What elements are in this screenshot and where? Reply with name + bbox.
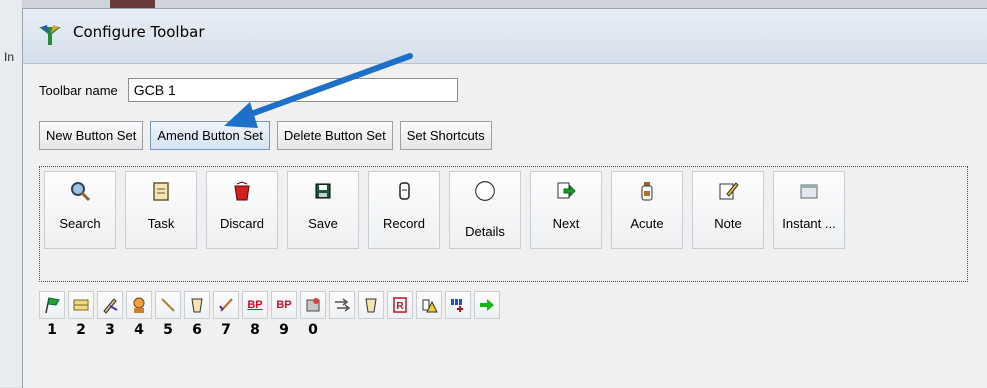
toolbar-button-label: Save	[308, 216, 338, 231]
note-icon	[717, 180, 739, 202]
toolbar-button-label: Record	[383, 216, 425, 231]
toolbar-button-label: Details	[465, 224, 505, 239]
line-icon[interactable]	[155, 291, 181, 319]
circle-icon	[474, 180, 496, 202]
bp-label: BP	[276, 299, 292, 311]
background-fragment	[110, 0, 155, 8]
toolbar-button-label: Search	[59, 216, 101, 231]
check-icon[interactable]	[213, 291, 239, 319]
shortcut-number-row: 1 2 3 4 5 6 7 8 9 0	[39, 322, 500, 338]
shortcut-number: 0	[308, 322, 318, 338]
flag-icon[interactable]	[39, 291, 65, 319]
save-icon	[312, 180, 334, 202]
button-set-actions: New Button Set Amend Button Set Delete B…	[39, 121, 492, 150]
shortcut-number: 8	[250, 322, 260, 338]
svg-text:R: R	[396, 301, 404, 312]
discard-icon	[231, 180, 253, 202]
shortcut-icon-row: BP BP R	[39, 291, 500, 319]
shortcut-number: 5	[163, 322, 173, 338]
right-arrow-icon[interactable]	[474, 291, 500, 319]
delete-button-set-button[interactable]: Delete Button Set	[276, 121, 393, 150]
cup-icon[interactable]	[358, 291, 384, 319]
toolbar-name-row: Toolbar name GCB 1	[39, 78, 458, 102]
shortcut-number: 2	[76, 322, 86, 338]
toolbar-button-save[interactable]: Save	[287, 171, 359, 249]
new-button-set-button[interactable]: New Button Set	[39, 121, 144, 150]
toolbar-button-task[interactable]: Task	[125, 171, 197, 249]
next-icon	[555, 180, 577, 202]
configure-toolbar-dialog: Configure Toolbar Toolbar name GCB 1 New…	[22, 8, 987, 388]
shortcut-number: 4	[134, 322, 144, 338]
pen-icon[interactable]	[97, 291, 123, 319]
search-icon	[69, 180, 91, 202]
main-toolbar: Search Task Discard Save Record Details …	[44, 171, 967, 249]
bp-icon[interactable]: BP	[271, 291, 297, 319]
amend-button-set-button[interactable]: Amend Button Set	[150, 121, 270, 150]
chart-icon[interactable]	[445, 291, 471, 319]
toolbar-button-record[interactable]: Record	[368, 171, 440, 249]
shortcut-number: 6	[192, 322, 202, 338]
toolbar-button-label: Next	[552, 216, 580, 231]
toolbar-button-label: Acute	[630, 216, 664, 231]
toolbar-button-label: Instant ...	[782, 216, 836, 231]
toolbar-name-input[interactable]: GCB 1	[127, 78, 458, 102]
arrows-icon[interactable]	[329, 291, 355, 319]
document-r-icon[interactable]: R	[387, 291, 413, 319]
warning-icon[interactable]	[416, 291, 442, 319]
shortcut-number: 7	[221, 322, 231, 338]
toolbar-button-note[interactable]: Note	[692, 171, 764, 249]
dialog-content: Toolbar name GCB 1 New Button Set Amend …	[23, 64, 987, 388]
task-icon	[150, 180, 172, 202]
title-bar[interactable]: Configure Toolbar	[23, 9, 987, 64]
app-icon	[39, 25, 61, 45]
toolbar-button-search[interactable]: Search	[44, 171, 116, 249]
toolbar-button-discard[interactable]: Discard	[206, 171, 278, 249]
bp-graph-icon[interactable]: BP	[242, 291, 268, 319]
stamp-icon[interactable]	[300, 291, 326, 319]
toolbar-button-details[interactable]: Details	[449, 171, 521, 249]
shortcut-number: 1	[47, 322, 57, 338]
acute-icon	[636, 180, 658, 202]
record-icon	[393, 180, 415, 202]
set-shortcuts-button[interactable]: Set Shortcuts	[399, 121, 492, 150]
shortcut-number: 3	[105, 322, 115, 338]
main-toolbar-panel: Search Task Discard Save Record Details …	[39, 166, 968, 282]
cup-icon[interactable]	[184, 291, 210, 319]
toolbar-button-next[interactable]: Next	[530, 171, 602, 249]
shortcut-toolbar: BP BP R 1 2 3 4 5 6 7 8 9 0	[39, 291, 500, 338]
person-icon[interactable]	[126, 291, 152, 319]
toolbar-button-instant[interactable]: Instant ...	[773, 171, 845, 249]
window-title: Configure Toolbar	[73, 23, 205, 41]
toolbar-button-label: Task	[147, 216, 175, 231]
toolbar-button-label: Discard	[219, 216, 265, 231]
instant-icon	[798, 180, 820, 202]
toolbar-name-label: Toolbar name	[39, 82, 118, 98]
toolbar-button-acute[interactable]: Acute	[611, 171, 683, 249]
shortcut-number: 9	[279, 322, 289, 338]
background-text: In	[4, 50, 15, 64]
toolbar-button-label: Note	[714, 216, 742, 231]
bp-label: BP	[247, 299, 263, 311]
grid-icon[interactable]	[68, 291, 94, 319]
